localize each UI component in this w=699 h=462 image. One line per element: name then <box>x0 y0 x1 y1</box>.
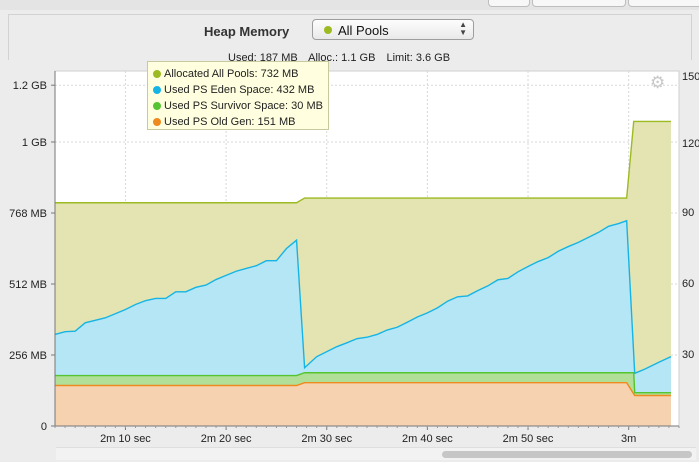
x-tick-label: 2m 50 sec <box>503 433 554 445</box>
legend-label: Used PS Eden Space: 432 MB <box>164 84 315 96</box>
y-tick-label: 0 <box>41 421 47 433</box>
legend-label: Used PS Old Gen: 151 MB <box>164 116 296 128</box>
legend-swatch <box>153 86 161 94</box>
y-tick-label: 1.2 GB <box>13 80 47 92</box>
right-axis-tick-label: 90 <box>682 207 694 219</box>
x-tick-label: 3m <box>621 433 636 445</box>
right-axis-gutter <box>680 71 699 426</box>
y-tick-label: 768 MB <box>9 208 47 220</box>
right-axis-tick-label: 60 <box>682 278 694 290</box>
right-axis-tick-label: 120 <box>682 138 699 150</box>
legend-swatch <box>153 102 161 110</box>
legend-swatch <box>153 70 161 78</box>
x-tick-label: 2m 20 sec <box>201 433 252 445</box>
y-tick-label: 512 MB <box>9 279 47 291</box>
y-tick-label: 256 MB <box>9 350 47 362</box>
legend-item: Allocated All Pools: 732 MB <box>148 66 328 82</box>
right-axis-tick-label: 30 <box>682 349 694 361</box>
x-tick-label: 2m 10 sec <box>100 433 151 445</box>
scrollbar-thumb[interactable] <box>442 451 692 458</box>
right-axis-tick-label: 150 <box>682 71 699 83</box>
horizontal-scrollbar[interactable] <box>56 447 696 460</box>
gear-icon[interactable]: ⚙ <box>650 74 665 91</box>
series-area-used-ps-old-gen <box>55 382 671 426</box>
legend-label: Allocated All Pools: 732 MB <box>164 68 299 80</box>
x-tick-label: 2m 40 sec <box>402 433 453 445</box>
heap-memory-chart[interactable]: 0 256 MB 512 MB 768 MB 1 GB 1.2 GB 2m 10 sec 2m… <box>0 0 699 462</box>
legend-label: Used PS Survivor Space: 30 MB <box>164 100 323 112</box>
legend-swatch <box>153 118 161 126</box>
legend-item: Used PS Eden Space: 432 MB <box>148 82 328 98</box>
legend-item: Used PS Old Gen: 151 MB <box>148 114 328 130</box>
x-tick-label: 2m 30 sec <box>301 433 352 445</box>
chart-legend-tooltip: Allocated All Pools: 732 MB Used PS Eden … <box>147 61 329 130</box>
legend-item: Used PS Survivor Space: 30 MB <box>148 98 328 114</box>
y-tick-label: 1 GB <box>22 137 47 149</box>
